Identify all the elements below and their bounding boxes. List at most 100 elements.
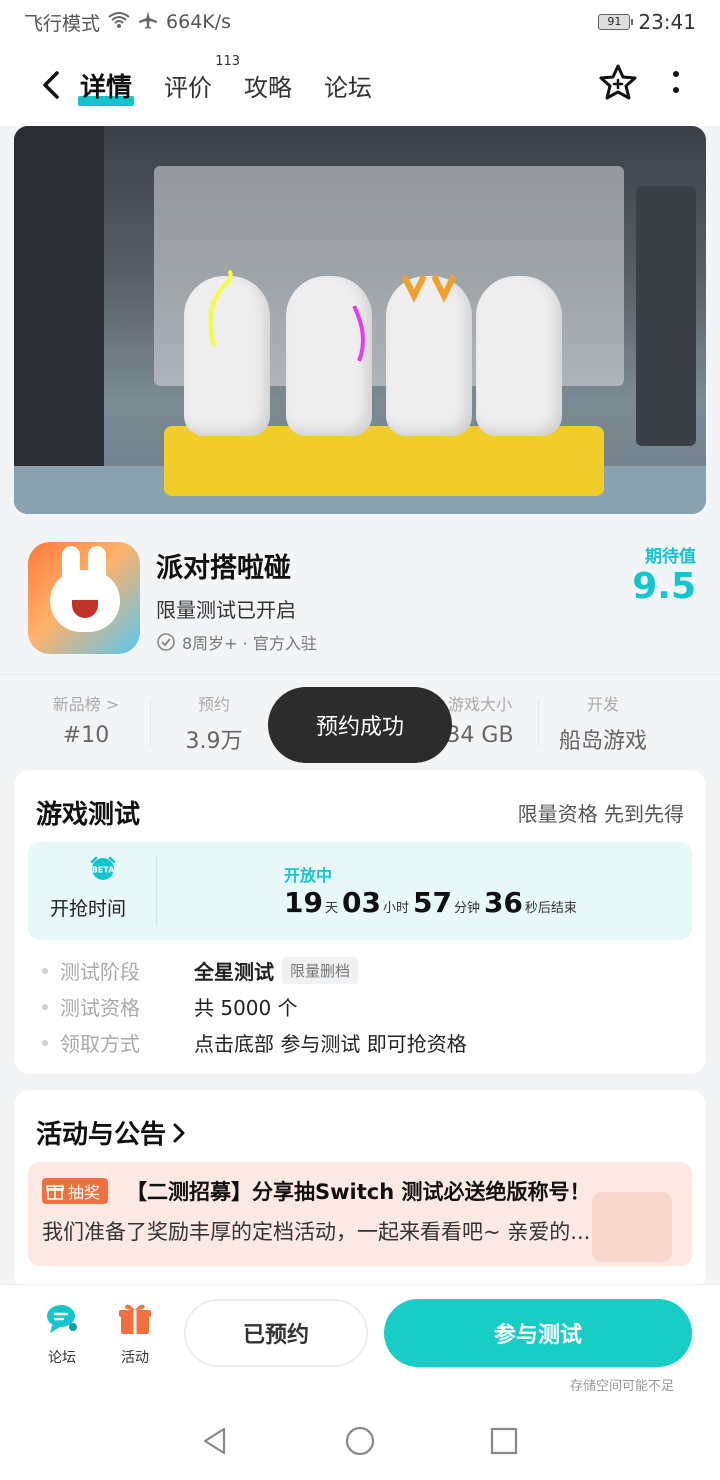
game-meta-text: 8周岁+ · 官方入驻 xyxy=(182,634,317,653)
banner-yellow-base xyxy=(164,426,604,496)
favorite-button[interactable] xyxy=(598,63,638,107)
gift-icon xyxy=(119,1304,151,1334)
countdown-hours-unit: 小时 xyxy=(382,901,409,916)
detail-method: 领取方式 点击底部 参与测试 即可抢资格 xyxy=(42,1028,467,1057)
forum-button[interactable]: 论坛 xyxy=(32,1301,92,1367)
more-vertical-icon xyxy=(673,71,679,93)
star-plus-icon xyxy=(599,64,637,100)
divider xyxy=(150,700,151,746)
activity-button[interactable]: 活动 xyxy=(105,1301,165,1367)
stat-label: 预约 xyxy=(197,695,230,714)
game-meta: 8周岁+ · 官方入驻 xyxy=(156,630,317,654)
system-nav-bar xyxy=(0,1396,720,1480)
tab-bar: 详情 评价 113 攻略 论坛 xyxy=(77,54,404,106)
divider xyxy=(156,856,157,926)
activity-label: 活动 xyxy=(121,1350,149,1366)
top-nav: 详情 评价 113 攻略 论坛 xyxy=(0,44,720,126)
bullet xyxy=(42,967,48,974)
expectation-label: 期待值 xyxy=(645,547,696,567)
detail-value: 点击底部 参与测试 即可抢资格 xyxy=(194,1032,467,1056)
wifi-icon xyxy=(108,11,130,34)
activity-item[interactable]: 抽奖 【二测招募】分享抽Switch 测试必送绝版称号！ 我们准备了奖励丰厚的定… xyxy=(28,1162,692,1266)
countdown-days: 19 xyxy=(284,886,323,919)
reserved-button[interactable]: 已预约 xyxy=(184,1299,368,1367)
stat-value: 3.9万 xyxy=(185,729,243,754)
stat-reservations: 预约 3.9万 xyxy=(164,691,264,755)
gift-icon xyxy=(46,1185,64,1200)
activity-card: 活动与公告 抽奖 【二测招募】分享抽Switch 测试必送绝版称号！ 我们准备了… xyxy=(14,1090,706,1290)
nav-home-icon[interactable] xyxy=(345,1426,375,1456)
game-status: 限量测试已开启 xyxy=(156,598,296,622)
tab-reviews-label: 评价 xyxy=(164,73,213,102)
divider xyxy=(538,700,539,746)
countdown-timer: 19 天 03 小时 57 分钟 36 秒后结束 xyxy=(284,886,581,919)
network-speed: 664K/s xyxy=(166,11,232,33)
bullet xyxy=(42,1039,48,1046)
clock: 23:41 xyxy=(638,10,696,34)
back-button[interactable] xyxy=(30,65,70,105)
airplane-mode-label: 飞行模式 xyxy=(24,12,101,35)
detail-label: 领取方式 xyxy=(60,1032,140,1056)
beta-icon-text: BETA xyxy=(92,866,115,875)
battery-icon: 91 xyxy=(598,14,634,30)
lottery-badge: 抽奖 xyxy=(42,1178,109,1204)
chevron-right-icon xyxy=(173,1123,185,1142)
nav-back-icon[interactable] xyxy=(200,1426,230,1456)
toast-message: 预约成功 xyxy=(268,687,452,763)
tab-reviews[interactable]: 评价 113 xyxy=(164,54,240,103)
chat-bubble-icon xyxy=(47,1305,77,1333)
open-time: BETA 开抢时间 xyxy=(48,854,158,921)
expectation-score: 期待值 9.5 xyxy=(632,542,696,607)
expectation-value: 9.5 xyxy=(632,566,696,607)
open-time-label: 开抢时间 xyxy=(50,898,127,920)
beta-alarm-icon: BETA xyxy=(90,856,116,880)
tab-forum[interactable]: 论坛 xyxy=(324,68,372,103)
verified-check-icon xyxy=(157,633,175,651)
nav-recents-icon[interactable] xyxy=(489,1426,519,1456)
stat-value: #10 xyxy=(62,723,110,748)
countdown-minutes: 57 xyxy=(412,886,452,919)
tab-details[interactable]: 详情 xyxy=(77,67,135,106)
chevron-left-icon xyxy=(43,71,59,99)
countdown-hours: 03 xyxy=(341,886,381,919)
storage-warning: 存储空间可能不足 xyxy=(569,1379,674,1394)
countdown-box: BETA 开抢时间 开放中 19 天 03 小时 57 分钟 36 秒后结束 xyxy=(28,842,692,940)
status-bar: 飞行模式 664K/s 91 23:41 xyxy=(0,0,720,44)
airplane-icon xyxy=(138,10,158,35)
detail-value: 全星测试 xyxy=(194,960,274,984)
banner-shelf xyxy=(14,126,104,514)
review-count: 113 xyxy=(215,53,241,69)
countdown-days-unit: 天 xyxy=(324,901,338,916)
activity-body: 我们准备了奖励丰厚的定档活动，一起来看看吧~ 亲爱的... xyxy=(42,1220,591,1244)
activity-title: 活动与公告 xyxy=(36,1120,167,1150)
game-info: 派对搭啦碰 限量测试已开启 8周岁+ · 官方入驻 期待值 9.5 xyxy=(0,522,720,672)
activity-headline: 【二测招募】分享抽Switch 测试必送绝版称号！ xyxy=(126,1180,591,1204)
stat-label: 新品榜 > xyxy=(52,695,120,714)
detail-quota: 测试资格 共 5000 个 xyxy=(42,992,298,1021)
detail-label: 测试资格 xyxy=(60,996,140,1020)
stat-developer: 开发 船岛游戏 xyxy=(548,691,658,755)
countdown-seconds-unit: 秒后结束 xyxy=(524,901,577,916)
stat-label: 开发 xyxy=(586,695,619,714)
detail-stage: 测试阶段 全星测试 限量删档 xyxy=(42,956,359,985)
bullet xyxy=(42,1003,48,1010)
detail-tag: 限量删档 xyxy=(282,957,359,984)
lottery-badge-label: 抽奖 xyxy=(68,1183,101,1202)
tab-guides[interactable]: 攻略 xyxy=(244,68,292,103)
activity-section-link[interactable]: 活动与公告 xyxy=(36,1114,186,1151)
card-subtitle: 限量资格 先到先得 xyxy=(517,802,684,826)
more-button[interactable] xyxy=(672,70,680,100)
detail-value: 共 5000 个 xyxy=(194,996,298,1020)
banner-cup xyxy=(636,186,696,446)
app-icon xyxy=(28,542,140,654)
card-title: 游戏测试 xyxy=(36,800,141,830)
hero-banner[interactable] xyxy=(14,126,706,514)
stat-rank[interactable]: 新品榜 > #10 xyxy=(36,691,136,748)
join-test-button[interactable]: 参与测试 xyxy=(384,1299,692,1367)
game-title: 派对搭啦碰 xyxy=(156,553,291,584)
open-status: 开放中 xyxy=(284,866,333,885)
forum-label: 论坛 xyxy=(48,1350,76,1366)
game-test-card: 游戏测试 限量资格 先到先得 BETA 开抢时间 开放中 19 天 03 小时 … xyxy=(14,770,706,1074)
stat-value: 船岛游戏 xyxy=(558,729,647,754)
detail-label: 测试阶段 xyxy=(60,960,140,984)
